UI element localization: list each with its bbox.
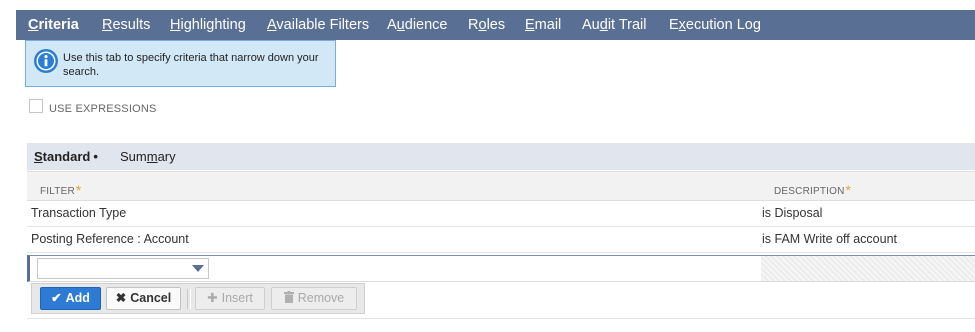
- table-row[interactable]: Transaction Type is Disposal: [27, 201, 975, 227]
- table-bottom-border: [27, 318, 975, 319]
- row-action-bar: ✔ Add ✖ Cancel ✚ Insert Remove: [31, 283, 365, 314]
- plus-icon: ✚: [207, 291, 218, 305]
- description-placeholder-cell: [761, 256, 975, 281]
- close-icon: ✖: [115, 291, 127, 305]
- tab-audience[interactable]: Audience: [387, 10, 447, 40]
- tab-highlighting[interactable]: Highlighting: [170, 10, 246, 40]
- subtab-summary[interactable]: Summary: [120, 143, 176, 170]
- criteria-subtab-bar: Standard • Summary: [27, 143, 975, 170]
- tab-execution-log[interactable]: Execution Log: [669, 10, 761, 40]
- checkmark-icon: ✔: [51, 291, 62, 305]
- cancel-button[interactable]: ✖ Cancel: [106, 287, 181, 310]
- info-icon: [34, 49, 58, 73]
- description-column-header: DESCRIPTION*: [774, 182, 852, 198]
- filter-cell: Transaction Type: [31, 206, 127, 220]
- subtab-standard[interactable]: Standard •: [27, 143, 107, 170]
- tab-roles[interactable]: Roles: [468, 10, 505, 40]
- filter-select-dropdown[interactable]: [37, 258, 209, 279]
- required-star-icon: *: [75, 182, 82, 198]
- tab-email[interactable]: Email: [525, 10, 561, 40]
- trash-icon: [283, 288, 294, 309]
- tab-available-filters[interactable]: Available Filters: [267, 10, 369, 40]
- description-cell: is Disposal: [762, 206, 823, 220]
- insert-button[interactable]: ✚ Insert: [195, 287, 265, 310]
- criteria-table-header: FILTER* DESCRIPTION*: [27, 171, 975, 201]
- tab-audit-trail[interactable]: Audit Trail: [582, 10, 647, 40]
- main-tab-bar: Criteria Results Highlighting Available …: [16, 10, 975, 40]
- tab-results[interactable]: Results: [102, 10, 150, 40]
- filter-cell: Posting Reference : Account: [31, 232, 189, 246]
- remove-button[interactable]: Remove: [271, 287, 357, 310]
- description-cell: is FAM Write off account: [762, 232, 898, 246]
- new-criteria-row: [27, 255, 975, 282]
- button-separator: [187, 289, 191, 309]
- use-expressions-checkbox[interactable]: [29, 99, 43, 113]
- active-tab-pointer: [50, 31, 64, 38]
- chevron-down-icon[interactable]: [192, 265, 204, 272]
- add-button[interactable]: ✔ Add: [40, 287, 101, 310]
- info-message-box: Use this tab to specify criteria that na…: [25, 40, 336, 87]
- table-row[interactable]: Posting Reference : Account is FAM Write…: [27, 227, 975, 253]
- info-message-text: Use this tab to specify criteria that na…: [63, 52, 319, 78]
- use-expressions-label: USE EXPRESSIONS: [49, 103, 157, 115]
- required-star-icon: *: [845, 182, 852, 198]
- filter-column-header: FILTER*: [40, 182, 82, 198]
